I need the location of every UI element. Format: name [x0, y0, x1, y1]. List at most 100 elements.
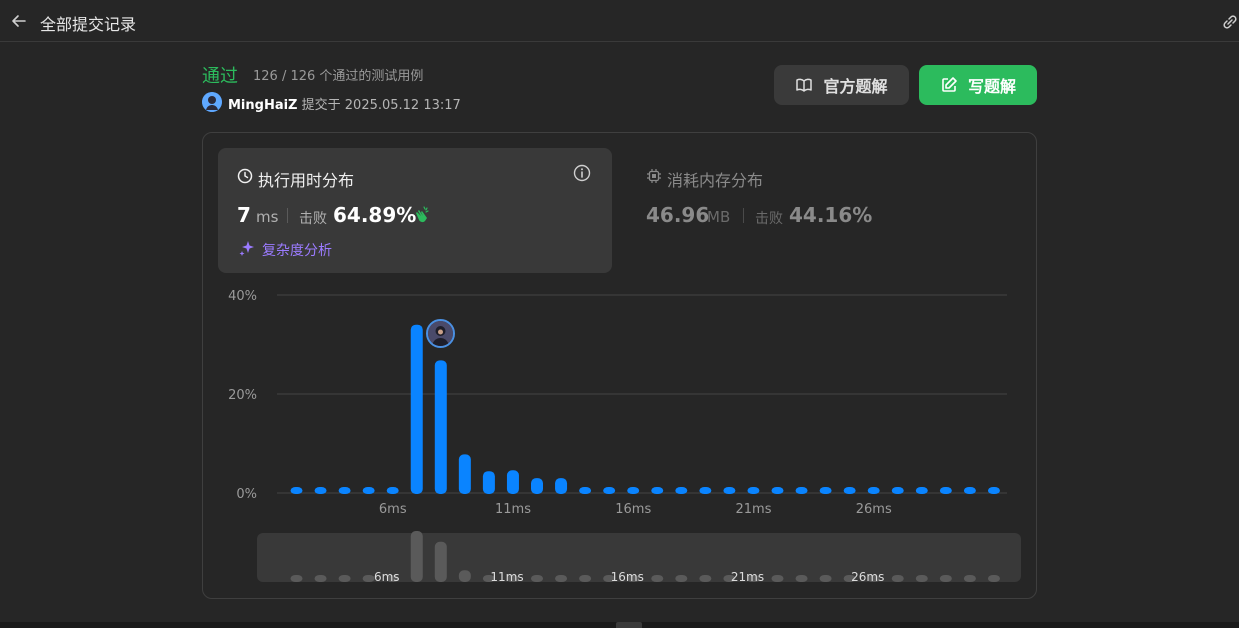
- runtime-bar[interactable]: [531, 478, 543, 494]
- sparkle-icon: [239, 241, 254, 256]
- x-tick-label: 11ms: [495, 502, 531, 517]
- mini-tick-label: 11ms: [490, 570, 523, 584]
- memory-divider: [743, 208, 744, 223]
- runtime-bar[interactable]: [410, 324, 423, 494]
- memory-beats-percent: 44.16%: [789, 203, 873, 227]
- avatar-image: [202, 92, 222, 112]
- official-solution-label: 官方题解: [823, 77, 888, 96]
- runtime-bar[interactable]: [699, 487, 712, 494]
- avatar-image: [428, 321, 454, 346]
- runtime-distribution-chart: 40% 20% 0% 6ms 11ms 16ms 21ms 26ms 6ms 11ms 16ms…: [228, 289, 1021, 584]
- mini-bar: [290, 575, 303, 582]
- page-title: 全部提交记录: [40, 15, 137, 34]
- runtime-bar[interactable]: [338, 487, 351, 494]
- mini-bar: [338, 575, 351, 582]
- mini-bar: [314, 575, 327, 582]
- x-tick-label: 16ms: [615, 502, 651, 517]
- y-tick-label: 20%: [228, 388, 257, 403]
- edit-icon: [942, 77, 957, 92]
- runtime-bar[interactable]: [915, 487, 928, 494]
- runtime-bar[interactable]: [819, 487, 832, 494]
- mini-bar: [651, 575, 664, 582]
- resize-handle[interactable]: [616, 622, 642, 628]
- runtime-divider: [287, 208, 288, 223]
- runtime-bar[interactable]: [723, 487, 736, 494]
- runtime-bar[interactable]: [482, 471, 495, 494]
- runtime-bar[interactable]: [314, 487, 327, 494]
- mini-bar: [987, 575, 1000, 582]
- memory-value: 46.96: [646, 203, 710, 227]
- runtime-beats-percent: 64.89%: [333, 203, 417, 227]
- runtime-bar[interactable]: [843, 487, 856, 494]
- submission-status: 通过: [202, 66, 238, 87]
- chip-icon: [647, 169, 661, 183]
- mini-bar: [531, 575, 543, 582]
- write-solution-label: 写题解: [967, 77, 1016, 96]
- runtime-bar[interactable]: [747, 487, 760, 494]
- mini-bar: [795, 575, 808, 582]
- link-icon[interactable]: [1221, 13, 1239, 31]
- runtime-bar[interactable]: [795, 487, 808, 494]
- official-solution-button[interactable]: 官方题解: [774, 65, 909, 105]
- book-icon: [796, 78, 813, 92]
- mini-bar: [579, 575, 592, 582]
- mini-bar: [819, 575, 832, 582]
- mini-bar: [362, 575, 375, 582]
- runtime-bar[interactable]: [386, 487, 399, 494]
- runtime-bar[interactable]: [458, 454, 471, 494]
- runtime-bar[interactable]: [603, 487, 616, 494]
- clap-icon: [416, 206, 429, 223]
- runtime-bar[interactable]: [891, 487, 904, 494]
- runtime-unit: ms: [256, 208, 279, 226]
- mini-tick-label: 26ms: [851, 570, 884, 584]
- runtime-bar[interactable]: [579, 487, 592, 494]
- x-tick-label: 26ms: [856, 502, 892, 517]
- clock-icon: [237, 168, 253, 184]
- mini-tick-label: 21ms: [731, 570, 764, 584]
- runtime-bar[interactable]: [771, 487, 784, 494]
- runtime-bar[interactable]: [867, 487, 880, 494]
- runtime-bar[interactable]: [434, 360, 447, 494]
- mini-bar: [458, 570, 471, 582]
- top-bar: 全部提交记录: [0, 0, 1239, 42]
- testcase-count: 126 / 126 个通过的测试用例: [253, 69, 424, 84]
- mini-bar: [555, 575, 568, 582]
- mini-bar: [699, 575, 712, 582]
- user-avatar[interactable]: [202, 92, 222, 112]
- runtime-bar[interactable]: [651, 487, 664, 494]
- mini-bar: [434, 541, 447, 582]
- runtime-bar[interactable]: [362, 487, 375, 494]
- mini-bar: [963, 575, 976, 582]
- submitter-line: MingHaiZ 提交于 2025.05.12 13:17: [228, 94, 461, 113]
- mini-bar: [675, 575, 688, 582]
- mini-bar: [915, 575, 928, 582]
- runtime-beats-label: 击败: [299, 211, 327, 227]
- mini-bar: [891, 575, 904, 582]
- runtime-bar[interactable]: [675, 487, 688, 494]
- mini-tick-label: 16ms: [611, 570, 644, 584]
- runtime-value: 7: [237, 203, 251, 227]
- runtime-bar[interactable]: [506, 470, 519, 494]
- runtime-title: 执行用时分布: [258, 171, 355, 190]
- memory-title[interactable]: 消耗内存分布: [667, 167, 763, 191]
- runtime-bar[interactable]: [290, 487, 303, 494]
- y-tick-label: 0%: [236, 487, 257, 502]
- submit-time: 提交于 2025.05.12 13:17: [301, 98, 461, 113]
- runtime-bar[interactable]: [939, 487, 952, 494]
- y-tick-label: 40%: [228, 289, 257, 304]
- mini-bar: [939, 575, 952, 582]
- memory-beats-label: 击败: [755, 211, 783, 227]
- mini-bar: [410, 531, 423, 582]
- runtime-bar[interactable]: [987, 487, 1000, 494]
- complexity-analysis-link[interactable]: 复杂度分析: [262, 240, 332, 260]
- mini-tick-label: 6ms: [374, 570, 400, 584]
- runtime-bar[interactable]: [555, 478, 568, 494]
- info-icon[interactable]: [573, 164, 591, 182]
- runtime-bar[interactable]: [963, 487, 976, 494]
- write-solution-button[interactable]: 写题解: [919, 65, 1037, 105]
- x-tick-label: 21ms: [736, 502, 772, 517]
- back-arrow-icon[interactable]: [10, 12, 28, 30]
- username-link[interactable]: MingHaiZ: [228, 98, 298, 113]
- mini-bar: [771, 575, 784, 582]
- runtime-bar[interactable]: [627, 487, 640, 494]
